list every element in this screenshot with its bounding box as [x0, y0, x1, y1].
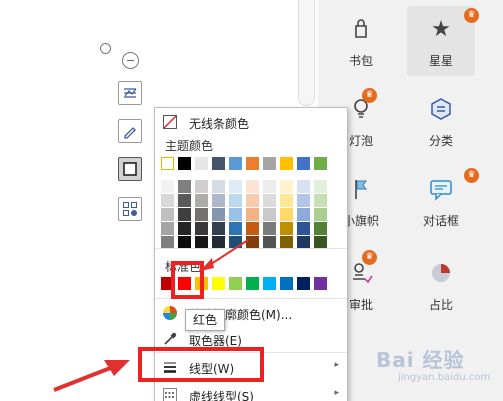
annotation-arrows — [53, 239, 249, 392]
arrow-head-icon — [200, 258, 214, 271]
watermark-url: jingyan.baidu.com — [398, 372, 491, 383]
watermark-logo: Bai 经验 — [376, 348, 465, 372]
screen: 书包 ★ 星星 灯泡 分类 小旗帜 对话框 审批 占比 ♛ ♛ ♛ ♛ − 无线… — [0, 0, 503, 401]
